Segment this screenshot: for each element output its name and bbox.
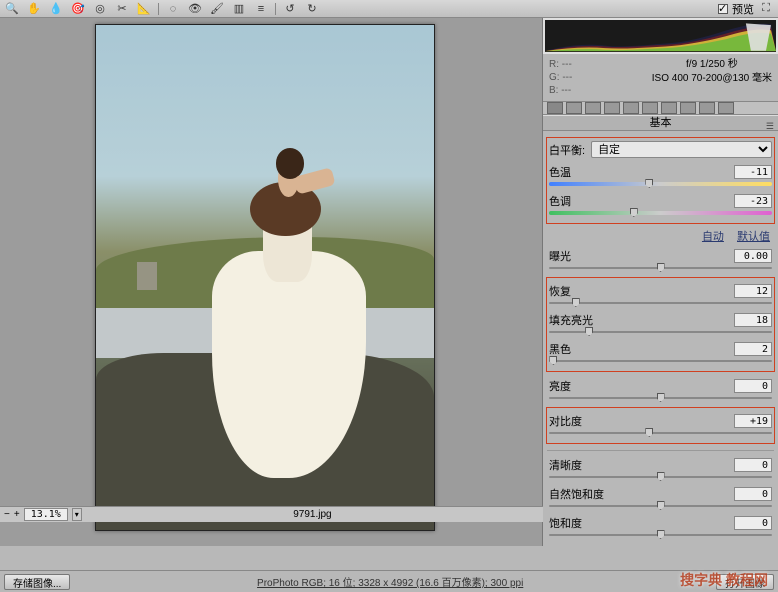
- wb-eyedropper-icon[interactable]: 💧: [48, 2, 64, 16]
- rotate-ccw-icon[interactable]: ↺: [282, 2, 298, 16]
- fullscreen-icon[interactable]: ⛶: [758, 2, 774, 16]
- tab-calibration[interactable]: [680, 102, 696, 114]
- tab-split-tone[interactable]: [623, 102, 639, 114]
- preview-checkbox[interactable]: [718, 4, 728, 14]
- contrast-value[interactable]: +19: [734, 414, 772, 428]
- temp-value[interactable]: -11: [734, 165, 772, 179]
- tab-detail[interactable]: [585, 102, 601, 114]
- tab-lens[interactable]: [642, 102, 658, 114]
- clarity-label: 清晰度: [549, 457, 605, 473]
- tab-presets[interactable]: [699, 102, 715, 114]
- recovery-slider[interactable]: [549, 298, 772, 308]
- gradient-filter-icon[interactable]: ▥: [231, 2, 247, 16]
- panel-tabs: [543, 102, 778, 115]
- tab-basic[interactable]: [547, 102, 563, 114]
- blacks-slider[interactable]: [549, 356, 772, 366]
- wb-preset-select[interactable]: 自定: [591, 141, 772, 158]
- contrast-slider[interactable]: [549, 428, 772, 438]
- section-header-basic: 基本 ☰: [543, 115, 778, 131]
- zoom-in-icon[interactable]: +: [14, 509, 20, 520]
- straighten-icon[interactable]: 📐: [136, 2, 152, 16]
- blacks-value[interactable]: 2: [734, 342, 772, 356]
- main-area: − + 13.1% ▾ 9791.jpg R: --- G: --- B: --…: [0, 18, 778, 546]
- zoom-out-icon[interactable]: −: [4, 509, 10, 520]
- saturation-label: 饱和度: [549, 515, 605, 531]
- spot-removal-icon[interactable]: ◌: [165, 2, 181, 16]
- tint-label: 色调: [549, 193, 605, 209]
- blacks-label: 黑色: [549, 341, 605, 357]
- separator: [275, 3, 276, 15]
- redeye-icon[interactable]: 👁: [187, 2, 203, 16]
- filllight-label: 填充亮光: [549, 312, 605, 328]
- contrast-label: 对比度: [549, 413, 605, 429]
- readout-b: B: ---: [549, 84, 572, 97]
- exif-iso-lens: ISO 400 70-200@130 毫米: [652, 72, 772, 86]
- readout-g: G: ---: [549, 71, 572, 84]
- tab-snapshots[interactable]: [718, 102, 734, 114]
- filename-label: 9791.jpg: [293, 509, 331, 520]
- hand-icon[interactable]: ✋: [26, 2, 42, 16]
- auto-link[interactable]: 自动: [702, 231, 724, 243]
- temp-label: 色温: [549, 164, 605, 180]
- recovery-value[interactable]: 12: [734, 284, 772, 298]
- brightness-value[interactable]: 0: [734, 379, 772, 393]
- brightness-label: 亮度: [549, 378, 605, 394]
- section-menu-icon[interactable]: ☰: [766, 119, 774, 134]
- histogram[interactable]: [543, 18, 778, 54]
- exposure-label: 曝光: [549, 248, 605, 264]
- adjustment-brush-icon[interactable]: 🖌: [209, 2, 225, 16]
- exif-aperture-shutter: f/9 1/250 秒: [652, 58, 772, 72]
- separator: [158, 3, 159, 15]
- exposure-value[interactable]: 0.00: [734, 249, 772, 263]
- image-preview-area[interactable]: − + 13.1% ▾ 9791.jpg: [0, 18, 543, 546]
- section-title: 基本: [650, 117, 672, 129]
- tab-hsl[interactable]: [604, 102, 620, 114]
- bottom-bar: 存储图像... ProPhoto RGB; 16 位; 3328 x 4992 …: [0, 570, 778, 592]
- zoom-icon[interactable]: 🔍: [4, 2, 20, 16]
- wb-label: 白平衡:: [549, 142, 585, 158]
- rotate-cw-icon[interactable]: ↻: [304, 2, 320, 16]
- open-image-button[interactable]: 打开图像: [716, 574, 774, 590]
- tab-effects[interactable]: [661, 102, 677, 114]
- recovery-label: 恢复: [549, 283, 605, 299]
- preview-checkbox-label: 预览: [732, 1, 754, 17]
- vibrance-slider[interactable]: [549, 501, 772, 511]
- brightness-slider[interactable]: [549, 393, 772, 403]
- tint-slider[interactable]: [549, 208, 772, 218]
- filllight-slider[interactable]: [549, 327, 772, 337]
- image-preview: [95, 24, 435, 531]
- preview-footer: − + 13.1% ▾ 9791.jpg: [0, 506, 543, 522]
- vibrance-label: 自然饱和度: [549, 486, 605, 502]
- default-link[interactable]: 默认值: [737, 231, 770, 243]
- zoom-dropdown[interactable]: ▾: [72, 508, 82, 521]
- crop-icon[interactable]: ✂: [114, 2, 130, 16]
- adjustments-panel: R: --- G: --- B: --- f/9 1/250 秒 ISO 400…: [543, 18, 778, 546]
- color-sampler-icon[interactable]: 🎯: [70, 2, 86, 16]
- clarity-slider[interactable]: [549, 472, 772, 482]
- preferences-icon[interactable]: ≡: [253, 2, 269, 16]
- exposure-slider[interactable]: [549, 263, 772, 273]
- filllight-value[interactable]: 18: [734, 313, 772, 327]
- saturation-slider[interactable]: [549, 530, 772, 540]
- temp-slider[interactable]: [549, 179, 772, 189]
- vibrance-value[interactable]: 0: [734, 487, 772, 501]
- saturation-value[interactable]: 0: [734, 516, 772, 530]
- zoom-level[interactable]: 13.1%: [24, 508, 68, 521]
- tab-curve[interactable]: [566, 102, 582, 114]
- document-info-link[interactable]: ProPhoto RGB; 16 位; 3328 x 4992 (16.6 百万…: [257, 574, 523, 589]
- camera-raw-toolbar: 🔍 ✋ 💧 🎯 ◎ ✂ 📐 ◌ 👁 🖌 ▥ ≡ ↺ ↻ 预览 ⛶: [0, 0, 778, 18]
- metadata-bar: R: --- G: --- B: --- f/9 1/250 秒 ISO 400…: [543, 54, 778, 102]
- divider: [547, 450, 774, 451]
- basic-controls: 白平衡: 自定 色温 -11 色调 -23: [543, 131, 778, 546]
- auto-default-links: 自动 默认值: [549, 228, 770, 244]
- clarity-value[interactable]: 0: [734, 458, 772, 472]
- target-adjust-icon[interactable]: ◎: [92, 2, 108, 16]
- save-image-button[interactable]: 存储图像...: [4, 574, 70, 590]
- tint-value[interactable]: -23: [734, 194, 772, 208]
- readout-r: R: ---: [549, 58, 572, 71]
